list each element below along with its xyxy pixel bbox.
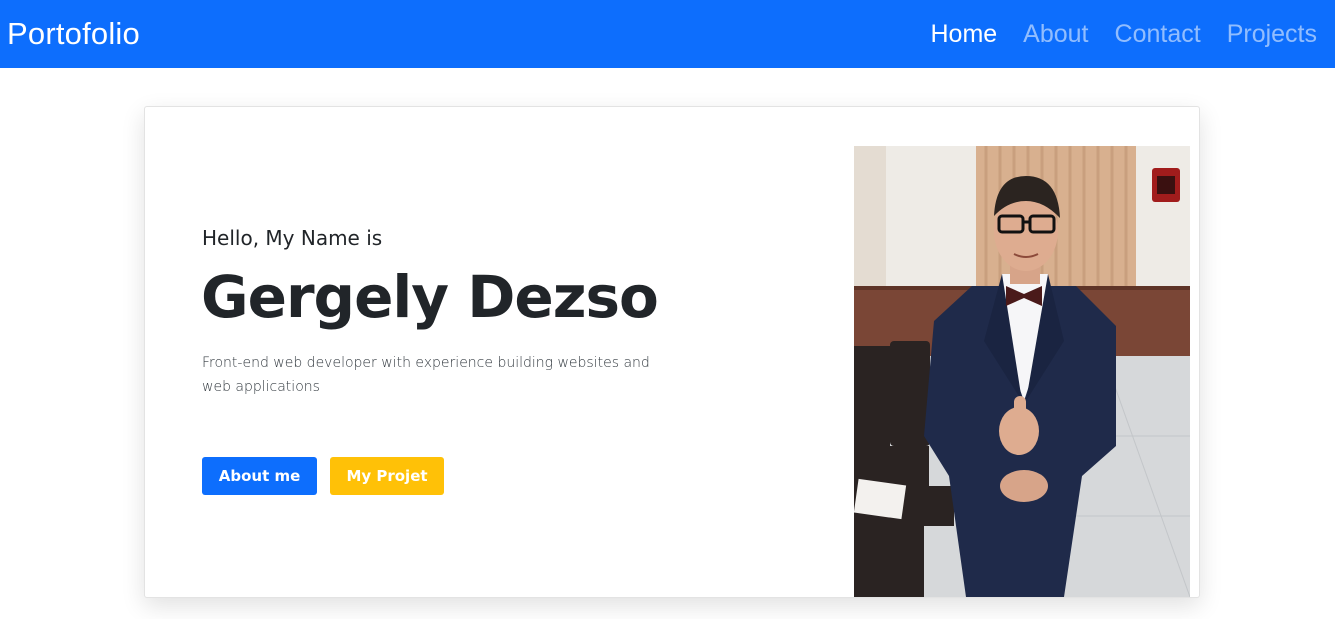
nav-about[interactable]: About — [1023, 16, 1088, 52]
person-name: Gergely Dezso — [201, 263, 659, 331]
nav-home[interactable]: Home — [930, 16, 997, 52]
nav-contact[interactable]: Contact — [1115, 16, 1201, 52]
profile-photo-illustration — [854, 146, 1190, 597]
greeting-text: Hello, My Name is — [202, 226, 383, 250]
hero-card: Hello, My Name is Gergely Dezso Front-en… — [144, 106, 1200, 598]
nav-links: Home About Contact Projects — [930, 16, 1317, 52]
profile-photo — [854, 146, 1190, 597]
brand-link[interactable]: Portofolio — [7, 14, 140, 54]
navbar: Portofolio Home About Contact Projects — [0, 0, 1335, 68]
my-projects-button[interactable]: My Projet — [330, 457, 444, 495]
nav-projects[interactable]: Projects — [1227, 16, 1317, 52]
hero-description: Front-end web developer with experience … — [202, 355, 650, 395]
about-me-button[interactable]: About me — [202, 457, 317, 495]
